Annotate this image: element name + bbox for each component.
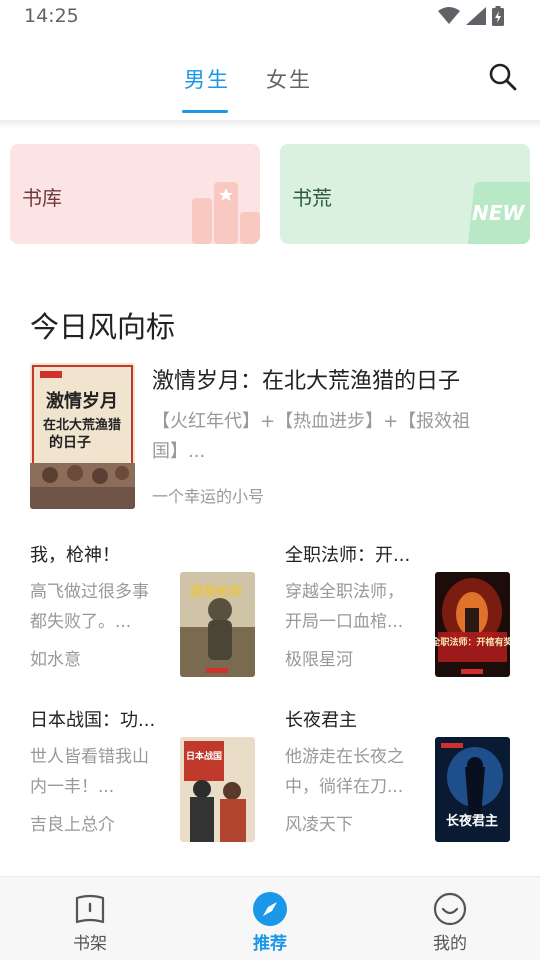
search-icon[interactable] <box>488 62 518 92</box>
book-cover[interactable]: 长夜君主 <box>435 737 510 842</box>
bar-chart-icon <box>192 182 260 244</box>
nav-recommend-label: 推荐 <box>253 934 287 954</box>
book-desc: 他游走在长夜之中，徜徉在刀... <box>285 747 404 797</box>
book-title: 全职法师：开... <box>285 545 411 566</box>
new-badge-label: NEW <box>472 201 525 225</box>
book-author: 风凌天下 <box>285 815 353 835</box>
smile-icon <box>433 892 467 926</box>
header: 男生 女生 <box>0 34 540 120</box>
book-desc: 高飞做过很多事都失败了。... <box>30 582 149 632</box>
library-card[interactable]: 书库 <box>10 144 260 244</box>
status-icons <box>438 6 504 26</box>
new-badge-icon: NEW <box>468 182 530 244</box>
shortage-card-label: 书荒 <box>292 186 332 210</box>
bottom-nav: 书架 推荐 我的 <box>0 876 540 960</box>
section-title: 今日风向标 <box>30 310 176 344</box>
book-title: 长夜君主 <box>285 710 357 731</box>
tab-male[interactable]: 男生 <box>184 64 230 94</box>
featured-book-cover[interactable]: 激情岁月 在北大荒渔猎 的日子 <box>30 363 135 509</box>
status-bar: 14:25 <box>0 0 540 34</box>
book-author: 吉良上总介 <box>30 815 115 835</box>
nav-profile-label: 我的 <box>433 934 467 954</box>
book-item[interactable]: 日本战国：功... 世人皆看错我山内一丰！... 吉良上总介 日本战国 <box>30 706 255 846</box>
book-author: 极限星河 <box>285 650 353 670</box>
book-item[interactable]: 我，枪神！ 高飞做过很多事都失败了。... 如水意 我是枪神 <box>30 541 255 681</box>
nav-bookshelf-label: 书架 <box>73 934 107 954</box>
featured-book-title: 激情岁月：在北大荒渔猎的日子 <box>152 369 461 394</box>
featured-cover-line2: 在北大荒渔猎 <box>43 417 121 433</box>
book-title: 我，枪神！ <box>30 545 120 566</box>
book-item[interactable]: 长夜君主 他游走在长夜之中，徜徉在刀... 风凌天下 长夜君主 <box>285 706 510 846</box>
featured-cover-line1: 激情岁月 <box>46 390 118 412</box>
shortage-card[interactable]: 书荒 NEW <box>280 144 530 244</box>
header-divider <box>0 120 540 128</box>
book-cover-text: 我是枪神 <box>190 584 242 600</box>
book-desc: 世人皆看错我山内一丰！... <box>30 747 149 797</box>
nav-recommend[interactable]: 推荐 <box>210 877 330 960</box>
compass-icon <box>253 892 287 926</box>
book-title: 日本战国：功... <box>30 710 156 731</box>
featured-book-author: 一个幸运的小号 <box>152 487 265 506</box>
book-cover[interactable]: 日本战国 <box>180 737 255 842</box>
active-tab-indicator <box>182 110 228 113</box>
book-author: 如水意 <box>30 650 81 670</box>
book-cover[interactable]: 全职法师：开棺有奖 <box>435 572 510 677</box>
battery-icon <box>492 6 504 26</box>
book-item[interactable]: 全职法师：开... 穿越全职法师，开局一口血棺... 极限星河 全职法师：开棺有… <box>285 541 510 681</box>
wifi-icon <box>438 7 460 24</box>
tab-female[interactable]: 女生 <box>266 64 312 94</box>
library-card-label: 书库 <box>22 186 62 210</box>
signal-icon <box>466 7 486 25</box>
book-desc: 穿越全职法师，开局一口血棺... <box>285 582 404 632</box>
book-cover-text: 长夜君主 <box>446 813 498 829</box>
book-cover[interactable]: 我是枪神 <box>180 572 255 677</box>
book-cover-text: 日本战国 <box>186 750 222 762</box>
nav-profile[interactable]: 我的 <box>390 877 510 960</box>
featured-book[interactable]: 激情岁月 在北大荒渔猎 的日子 激情岁月：在北大荒渔猎的日子 【火红年代】+【热… <box>30 363 510 509</box>
featured-book-desc: 【火红年代】+【热血进步】+【报效祖国】... <box>152 411 471 462</box>
nav-bookshelf[interactable]: 书架 <box>30 877 150 960</box>
status-time: 14:25 <box>24 5 79 27</box>
featured-cover-line3: 的日子 <box>49 434 91 451</box>
book-cover-text: 全职法师：开棺有奖 <box>435 636 510 648</box>
bookshelf-icon <box>75 894 105 924</box>
